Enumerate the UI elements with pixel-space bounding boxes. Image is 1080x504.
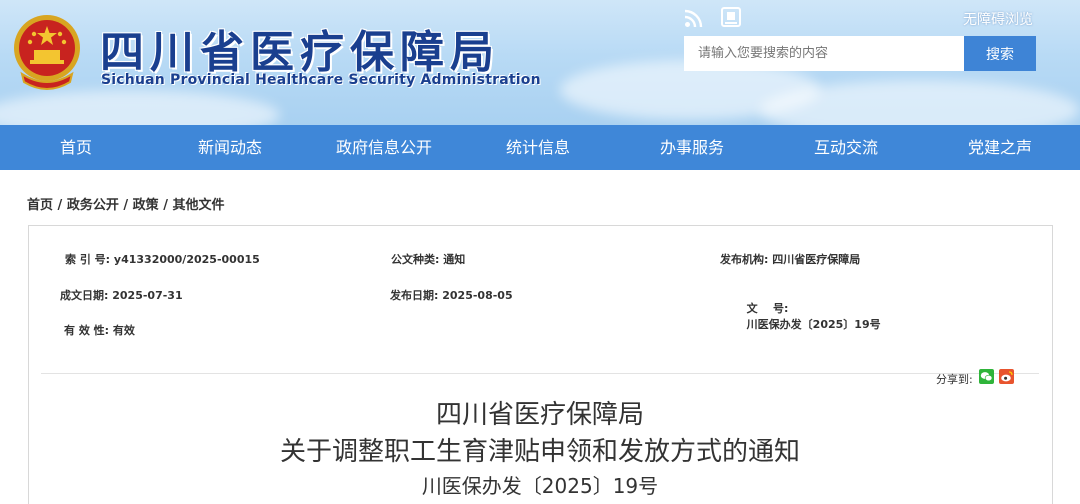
meta-label: 发布机构: — [720, 253, 769, 266]
nav-item-gov-info[interactable]: 政府信息公开 — [324, 125, 444, 170]
meta-issuer: 发布机构: 四川省医疗保障局 — [720, 251, 860, 267]
weibo-icon[interactable] — [999, 369, 1014, 384]
nav-item-services[interactable]: 办事服务 — [632, 125, 752, 170]
breadcrumb-separator: / — [158, 198, 173, 213]
document-title-line1: 四川省医疗保障局 — [435, 400, 644, 430]
wechat-icon[interactable] — [979, 369, 994, 384]
breadcrumb: 首页 / 政务公开 / 政策 / 其他文件 — [27, 194, 225, 213]
meta-doc-no: 文 号: 川医保办发〔2025〕19号 — [739, 287, 881, 332]
site-header: 四川省医疗保障局 Sichuan Provincial Healthcare S… — [0, 0, 1080, 125]
meta-value: 2025-08-05 — [442, 289, 513, 302]
nav-item-party[interactable]: 党建之声 — [940, 125, 1060, 170]
breadcrumb-separator: / — [53, 198, 67, 213]
header-cloud — [0, 90, 280, 125]
meta-label: 公文种类: — [391, 253, 440, 266]
meta-validity: 有 效 性: 有效 — [64, 322, 135, 338]
meta-value: 有效 — [112, 324, 135, 337]
meta-value: 2025-07-31 — [112, 289, 183, 302]
document-number: 川医保办发〔2025〕19号 — [421, 474, 659, 498]
meta-value: 四川省医疗保障局 — [772, 253, 861, 266]
main-nav: 首页 新闻动态 政府信息公开 统计信息 办事服务 互动交流 党建之声 — [0, 125, 1080, 170]
mobile-icon[interactable] — [721, 7, 741, 27]
site-subtitle: Sichuan Provincial Healthcare Security A… — [101, 72, 541, 88]
rss-icon[interactable] — [684, 8, 704, 28]
meta-divider — [41, 373, 1039, 374]
site-title[interactable]: 四川省医疗保障局 — [100, 16, 500, 80]
accessible-browse-link[interactable]: 无障碍浏览 — [963, 9, 1033, 29]
breadcrumb-item[interactable]: 政务公开 — [67, 198, 119, 213]
meta-label: 成文日期: — [60, 289, 109, 302]
meta-label: 索 引 号: — [65, 253, 111, 266]
meta-doc-type: 公文种类: 通知 — [391, 251, 465, 267]
nav-item-home[interactable]: 首页 — [16, 125, 136, 170]
breadcrumb-separator: / — [118, 198, 133, 213]
emblem-icon — [14, 15, 80, 90]
nav-item-news[interactable]: 新闻动态 — [170, 125, 290, 170]
meta-label: 发布日期: — [390, 289, 439, 302]
meta-label: 有 效 性: — [64, 324, 110, 337]
nav-item-interaction[interactable]: 互动交流 — [786, 125, 906, 170]
meta-written-date: 成文日期: 2025-07-31 — [60, 287, 183, 303]
meta-value: 川医保办发〔2025〕19号 — [746, 318, 881, 331]
nav-item-statistics[interactable]: 统计信息 — [478, 125, 598, 170]
search-input[interactable] — [684, 36, 964, 71]
breadcrumb-item[interactable]: 政策 — [133, 198, 159, 213]
share-label: 分享到: — [936, 373, 973, 386]
meta-publish-date: 发布日期: 2025-08-05 — [390, 287, 513, 303]
document-title-line2: 关于调整职工生育津贴申领和发放方式的通知 — [279, 437, 800, 467]
meta-index-no: 索 引 号: y41332000/2025-00015 — [65, 251, 260, 267]
meta-label: 文 号: — [746, 302, 789, 315]
breadcrumb-item[interactable]: 首页 — [27, 198, 53, 213]
meta-value: 通知 — [443, 253, 466, 266]
meta-value: y41332000/2025-00015 — [113, 253, 260, 266]
search-button[interactable]: 搜索 — [964, 36, 1036, 71]
breadcrumb-item[interactable]: 其他文件 — [172, 198, 224, 213]
